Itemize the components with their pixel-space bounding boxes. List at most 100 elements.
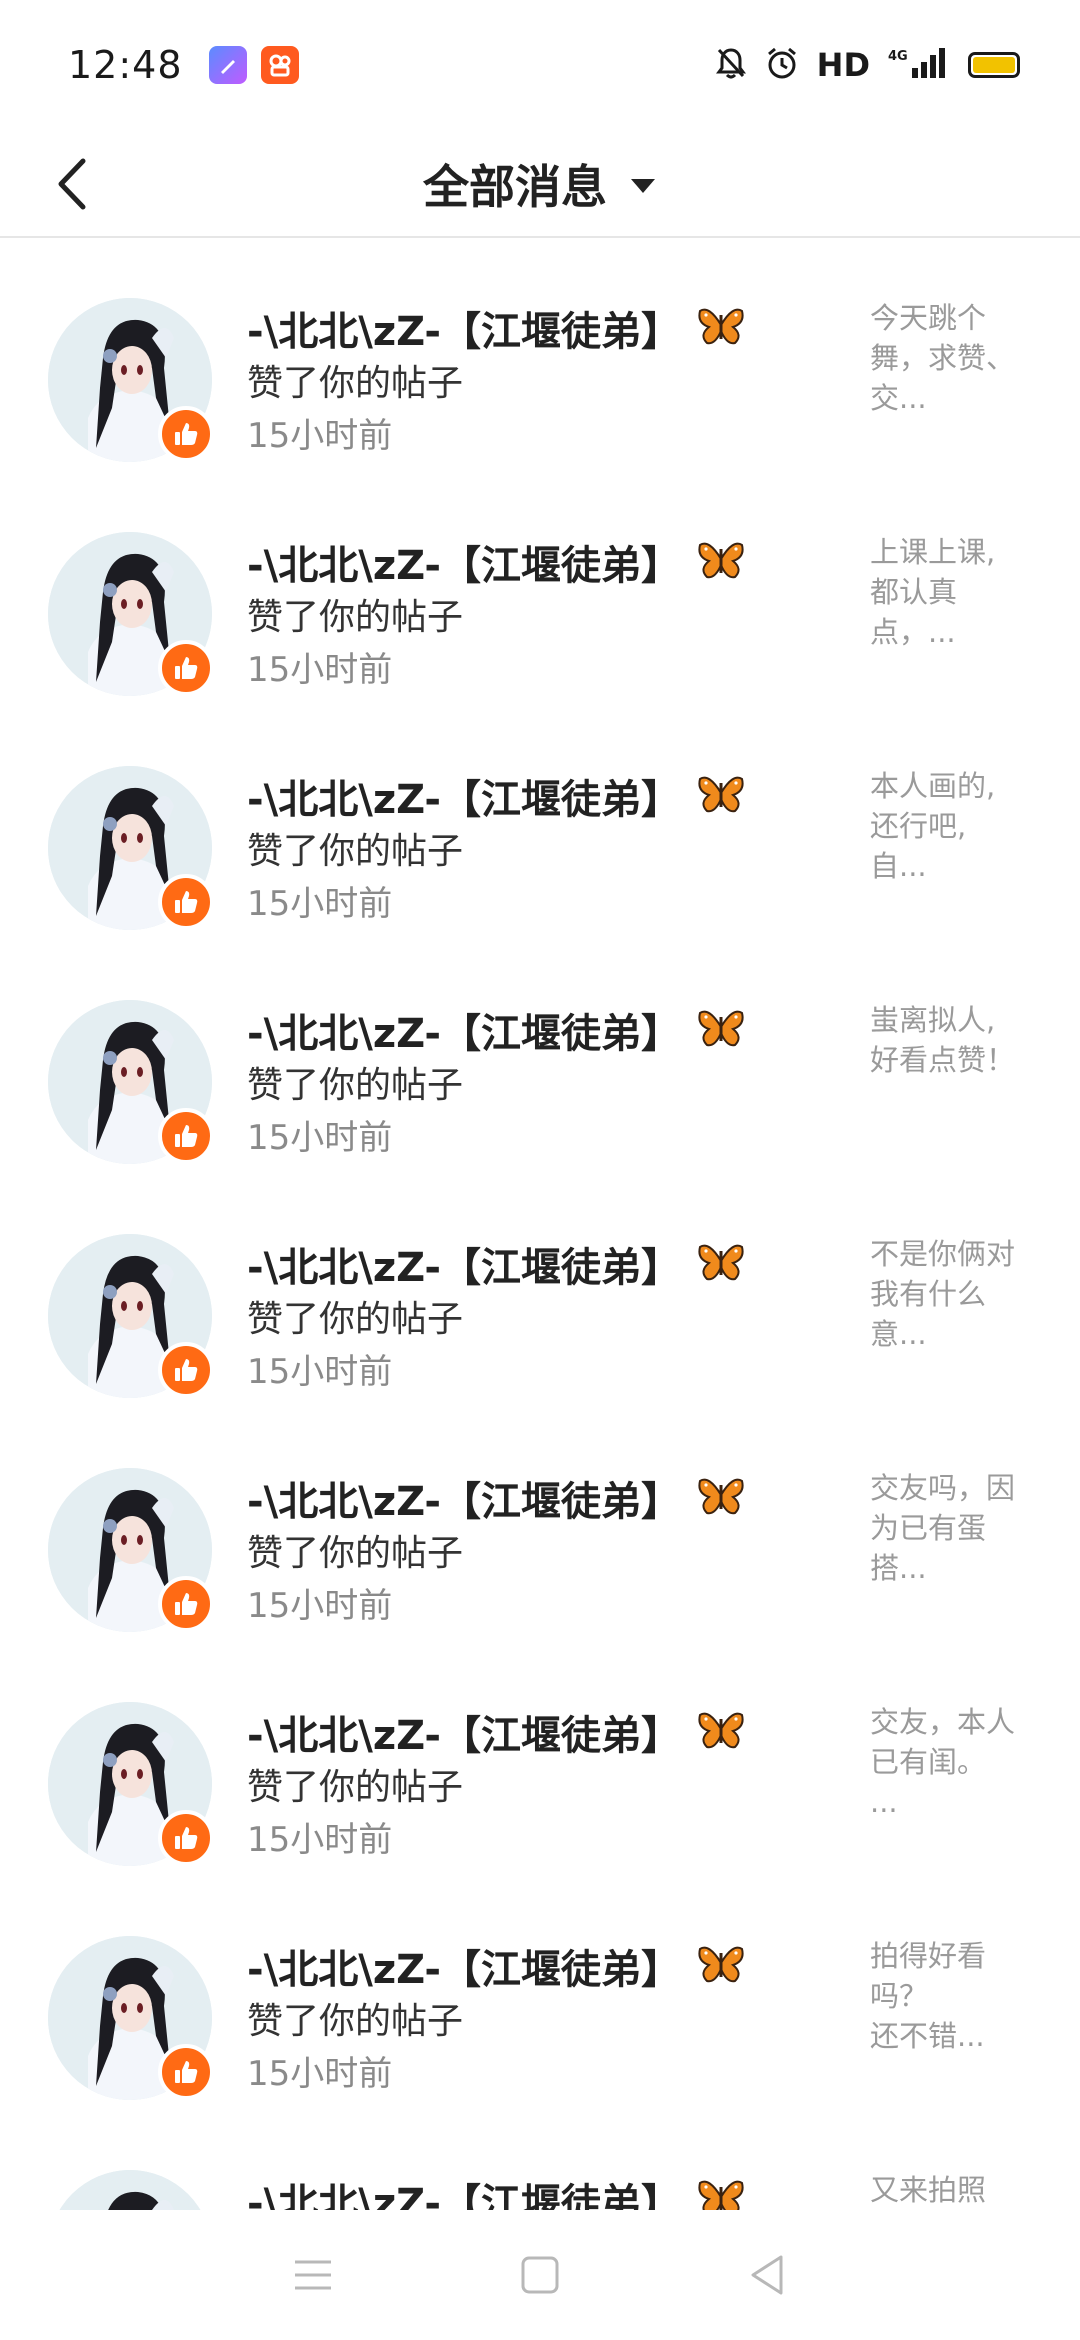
post-preview[interactable]: 交友，本人 已有闺。... (870, 1702, 1030, 1822)
message-text: -\北北\zZ-【江堰徒弟】 赞了你的帖子 15小时前 (247, 532, 847, 696)
butterfly-icon (697, 1007, 745, 1053)
message-time: 15小时前 (247, 1586, 393, 1626)
thumbs-up-icon (175, 657, 198, 679)
avatar-image (48, 2170, 212, 2210)
thumbs-up-icon (175, 1593, 198, 1615)
message-list: -\北北\zZ-【江堰徒弟】 赞了你的帖子 15小时前 今天跳个 舞，求赞、 交..… (0, 240, 1080, 2210)
post-preview[interactable]: 蚩离拟人, 好看点赞！ (870, 1000, 1030, 1080)
like-badge (158, 2044, 214, 2100)
message-text: -\北北\zZ-【江堰徒弟】 赞了你的帖子 15小时前 (247, 766, 847, 930)
like-badge (158, 1576, 214, 1632)
menu-icon (295, 2260, 332, 2290)
preview-line: 还行吧, (870, 809, 967, 843)
like-badge (158, 1108, 214, 1164)
message-row[interactable]: -\北北\zZ-【江堰徒弟】 赞了你的帖子 15小时前 交友，本人 已有闺。... (0, 1644, 1080, 1878)
page-title: 全部消息 (423, 160, 607, 214)
thumbs-up-icon (175, 1125, 198, 1147)
message-row[interactable]: -\北北\zZ-【江堰徒弟】 赞了你的帖子 15小时前 又来拍照 (0, 2112, 1080, 2210)
username[interactable]: -\北北\zZ-【江堰徒弟】 (247, 1469, 681, 1527)
preview-line: 蚩离拟人, (870, 1003, 996, 1037)
status-time: 12:48 (68, 43, 183, 87)
user-avatar[interactable] (48, 2170, 212, 2210)
message-row[interactable]: -\北北\zZ-【江堰徒弟】 赞了你的帖子 15小时前 拍得好看 吗？ 还不错... (0, 1878, 1080, 2112)
home-button[interactable] (510, 2245, 570, 2305)
message-action: 赞了你的帖子 (247, 597, 464, 638)
user-avatar[interactable] (48, 1702, 214, 1866)
username[interactable]: -\北北\zZ-【江堰徒弟】 (247, 1235, 681, 1293)
message-row[interactable]: -\北北\zZ-【江堰徒弟】 赞了你的帖子 15小时前 上课上课, 都认真 点，..… (0, 474, 1080, 708)
preview-line: 上课上课, (870, 535, 996, 569)
post-preview[interactable]: 又来拍照 (870, 2170, 1030, 2210)
user-avatar[interactable] (48, 1234, 214, 1398)
user-avatar[interactable] (48, 1468, 214, 1632)
signal-icon: 4G (888, 46, 950, 84)
preview-line: 交友，本人 (870, 1705, 1016, 1739)
user-avatar[interactable] (48, 1000, 214, 1164)
message-time: 15小时前 (247, 1352, 393, 1392)
butterfly-icon (697, 305, 745, 351)
like-badge (158, 1810, 214, 1866)
message-action: 赞了你的帖子 (247, 1533, 464, 1574)
butterfly-icon (697, 773, 745, 819)
preview-line: 都认真 (870, 575, 958, 609)
post-preview[interactable]: 拍得好看 吗？ 还不错... (870, 1936, 1030, 2056)
username[interactable]: -\北北\zZ-【江堰徒弟】 (247, 767, 681, 825)
message-row[interactable]: -\北北\zZ-【江堰徒弟】 赞了你的帖子 15小时前 今天跳个 舞，求赞、 交..… (0, 240, 1080, 474)
message-filter-selector[interactable]: 全部消息 (0, 130, 1080, 238)
message-text: -\北北\zZ-【江堰徒弟】 赞了你的帖子 15小时前 (247, 1234, 847, 1398)
message-time: 15小时前 (247, 2054, 393, 2094)
post-preview[interactable]: 本人画的, 还行吧, 自... (870, 766, 1030, 886)
user-avatar[interactable] (48, 532, 214, 696)
message-time: 15小时前 (247, 650, 393, 690)
message-text: -\北北\zZ-【江堰徒弟】 赞了你的帖子 15小时前 (247, 2170, 847, 2210)
user-avatar[interactable] (48, 766, 214, 930)
message-row[interactable]: -\北北\zZ-【江堰徒弟】 赞了你的帖子 15小时前 蚩离拟人, 好看点赞！ (0, 942, 1080, 1176)
like-badge (158, 874, 214, 930)
preview-line: 我有什么 (870, 1277, 987, 1311)
like-badge (158, 406, 214, 462)
butterfly-icon (697, 1709, 745, 1755)
message-action: 赞了你的帖子 (247, 2001, 464, 2042)
message-row[interactable]: -\北北\zZ-【江堰徒弟】 赞了你的帖子 15小时前 本人画的, 还行吧, 自..… (0, 708, 1080, 942)
butterfly-icon (697, 539, 745, 585)
butterfly-icon (697, 1241, 745, 1287)
username[interactable]: -\北北\zZ-【江堰徒弟】 (247, 533, 681, 591)
preview-line: 为已有蛋 (870, 1511, 987, 1545)
alarm-icon (765, 46, 799, 84)
username[interactable]: -\北北\zZ-【江堰徒弟】 (247, 1937, 681, 1995)
message-action: 赞了你的帖子 (247, 1065, 464, 1106)
post-preview[interactable]: 今天跳个 舞，求赞、 交... (870, 298, 1030, 418)
preview-line: 本人画的, (870, 769, 996, 803)
back-triangle-icon (751, 2255, 783, 2295)
preview-line: 不是你俩对 (870, 1237, 1016, 1271)
user-avatar[interactable] (48, 1936, 214, 2100)
preview-line: 又来拍照 (870, 2173, 987, 2207)
post-preview[interactable]: 交友吗，因为已有蛋搭... (870, 1468, 1030, 1588)
preview-line: 搭... (870, 1551, 927, 1585)
message-row[interactable]: -\北北\zZ-【江堰徒弟】 赞了你的帖子 15小时前 交友吗，因为已有蛋搭..… (0, 1410, 1080, 1644)
mute-bell-icon (715, 46, 747, 84)
thumbs-up-icon (175, 2061, 198, 2083)
butterfly-icon (697, 1475, 745, 1521)
back-system-button[interactable] (737, 2245, 797, 2305)
like-badge (158, 640, 214, 696)
message-text: -\北北\zZ-【江堰徒弟】 赞了你的帖子 15小时前 (247, 1702, 847, 1866)
username[interactable]: -\北北\zZ-【江堰徒弟】 (247, 299, 681, 357)
message-action: 赞了你的帖子 (247, 1767, 464, 1808)
message-action: 赞了你的帖子 (247, 363, 464, 404)
preview-line: 意... (870, 1317, 927, 1351)
message-row[interactable]: -\北北\zZ-【江堰徒弟】 赞了你的帖子 15小时前 不是你俩对我有什么意..… (0, 1176, 1080, 1410)
preview-line: 还不错... (870, 2019, 985, 2053)
menu-button[interactable] (283, 2245, 343, 2305)
username[interactable]: -\北北\zZ-【江堰徒弟】 (247, 1703, 681, 1761)
post-preview[interactable]: 不是你俩对我有什么意... (870, 1234, 1030, 1354)
username[interactable]: -\北北\zZ-【江堰徒弟】 (247, 2171, 681, 2210)
status-icons: HD 4G (715, 46, 1020, 84)
kuaishou-notification-icon (260, 46, 299, 84)
username[interactable]: -\北北\zZ-【江堰徒弟】 (247, 1001, 681, 1059)
preview-line: ... (870, 1785, 898, 1819)
message-time: 15小时前 (247, 416, 393, 456)
user-avatar[interactable] (48, 298, 214, 462)
preview-line: 交友吗，因 (870, 1471, 1016, 1505)
post-preview[interactable]: 上课上课, 都认真 点，... (870, 532, 1030, 652)
